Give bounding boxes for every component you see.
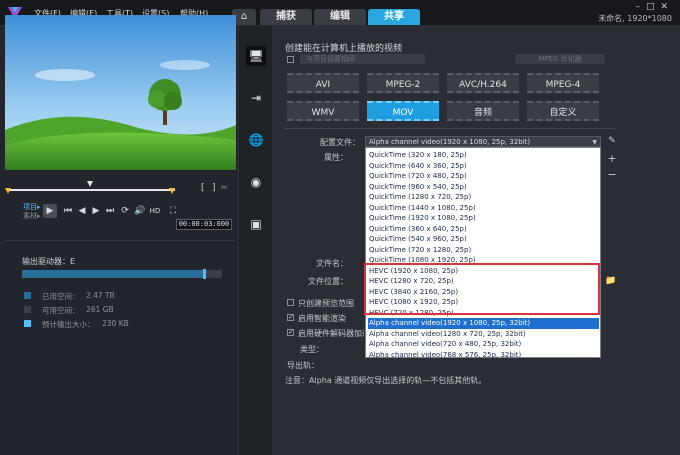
divider: [285, 128, 615, 129]
format-custom[interactable]: 自定义: [527, 101, 599, 121]
tab-edit[interactable]: 编辑: [314, 9, 366, 25]
used-space-label: 已用空间：: [42, 292, 80, 301]
window-controls[interactable]: –□✕: [635, 2, 674, 12]
crop-icon[interactable]: ⛶: [166, 204, 180, 218]
format-wmv[interactable]: WMV: [287, 101, 359, 121]
match-setting-checkbox[interactable]: [287, 56, 294, 63]
format-mpeg2[interactable]: MPEG-2: [367, 73, 439, 93]
profile-dropdown-list[interactable]: QuickTime (320 x 180, 25p) QuickTime (64…: [365, 147, 601, 361]
profile-select-value: Alpha channel video(1920 x 1080, 25p, 32…: [369, 138, 531, 146]
project-info: 未命名, 1920*1080: [598, 14, 672, 23]
folder-icon[interactable]: 📁: [605, 276, 616, 286]
export-track-label: 导出轨：: [287, 361, 319, 370]
list-item[interactable]: QuickTime (720 x 1280, 25p): [368, 245, 599, 256]
type-label: 类型：: [300, 345, 324, 354]
share-heading: 创建能在计算机上播放的视频: [285, 44, 403, 54]
end-button[interactable]: ⏭: [103, 204, 117, 218]
disc-icon[interactable]: ◉: [246, 172, 266, 192]
clip-mode-label[interactable]: 素材▸: [23, 211, 41, 221]
preview-range-checkbox[interactable]: [287, 299, 294, 306]
divider: [5, 240, 234, 241]
alpha-note: 注意：Alpha 通道视频仅导出选择的轨—不包括其他轨。: [285, 376, 487, 385]
add-icon[interactable]: +: [604, 152, 620, 168]
profile-label: 配置文件：: [320, 138, 360, 147]
volume-icon[interactable]: 🔊: [133, 204, 147, 218]
used-space-value: 2.47 TB: [86, 291, 115, 300]
format-mov[interactable]: MOV: [367, 101, 439, 121]
3d-icon[interactable]: ▣: [246, 214, 266, 234]
remove-icon[interactable]: −: [604, 168, 620, 184]
hd-button[interactable]: HD: [148, 204, 162, 218]
properties-label: 属性：: [324, 153, 348, 162]
estimated-size-value: 230 KB: [102, 319, 129, 328]
maximize-icon[interactable]: □: [646, 2, 661, 12]
used-space-swatch: [24, 292, 31, 299]
scrubber-bar[interactable]: [ ] ✂: [5, 178, 236, 198]
profile-tools: ✎ + −: [604, 136, 620, 196]
filename-label: 文件名：: [316, 259, 348, 268]
preview-window: [5, 15, 236, 170]
estimated-size-swatch: [24, 320, 31, 327]
list-item[interactable]: QuickTime (320 x 180, 25p): [368, 150, 599, 161]
home-icon: ⌂: [240, 11, 248, 22]
list-item[interactable]: Alpha channel video(768 x 576, 25p, 32bi…: [368, 350, 599, 361]
preview-range-label: 只创建预览范围: [298, 299, 354, 308]
estimated-size-label: 预计输出大小：: [42, 320, 95, 329]
free-space-swatch: [24, 306, 31, 313]
free-space-value: 261 GB: [86, 305, 114, 314]
list-item[interactable]: QuickTime (640 x 360, 25p): [368, 161, 599, 172]
list-item[interactable]: QuickTime (540 x 960, 25p): [368, 234, 599, 245]
repeat-icon[interactable]: ⟳: [118, 204, 132, 218]
format-mpeg4[interactable]: MPEG-4: [527, 73, 599, 93]
play-button[interactable]: ▶: [43, 204, 57, 218]
list-item[interactable]: QuickTime (1440 x 1080, 25p): [368, 203, 599, 214]
list-item[interactable]: QuickTime (360 x 640, 25p): [368, 224, 599, 235]
output-drive-label: 输出驱动器：E: [22, 257, 76, 266]
device-icon[interactable]: ⇥: [246, 88, 266, 108]
web-icon[interactable]: 🌐: [246, 130, 266, 150]
drive-estimate-marker: [203, 269, 206, 279]
format-audio[interactable]: 音频: [447, 101, 519, 121]
next-frame-button[interactable]: ▶: [89, 204, 103, 218]
prev-frame-button[interactable]: ◀: [75, 204, 89, 218]
edit-icon[interactable]: ✎: [604, 136, 620, 152]
free-space-label: 可用空间：: [42, 306, 80, 315]
close-icon[interactable]: ✕: [660, 2, 674, 12]
svg-text:[: [: [201, 183, 205, 193]
smart-render-label: 启用智能渲染: [298, 314, 346, 323]
hardware-decoder-checkbox[interactable]: ✓: [287, 329, 294, 336]
mpeg-optimizer-button: MPEG 优化器: [515, 54, 605, 64]
list-item[interactable]: QuickTime (960 x 540, 25p): [368, 182, 599, 193]
match-setting-field: 与项目设置相同: [300, 54, 425, 64]
format-avc[interactable]: AVC/H.264: [447, 73, 519, 93]
file-location-label: 文件位置：: [308, 277, 348, 286]
svg-text:✂: ✂: [221, 183, 228, 192]
player-controls: 项目▸ 素材▸ ▶ ⏮ ◀ ▶ ⏭ ⟳ 🔊 HD ⛶ 00:00:03:000: [5, 202, 236, 232]
list-item[interactable]: QuickTime (1920 x 1080, 25p): [368, 213, 599, 224]
list-item-selected[interactable]: Alpha channel video(1920 x 1080, 25p, 32…: [368, 318, 599, 329]
profile-select[interactable]: Alpha channel video(1920 x 1080, 25p, 32…: [365, 136, 601, 147]
tab-capture[interactable]: 捕获: [260, 9, 312, 25]
smart-render-checkbox[interactable]: ✓: [287, 314, 294, 321]
svg-text:]: ]: [212, 183, 216, 193]
timecode-display[interactable]: 00:00:03:000: [176, 219, 232, 230]
list-item[interactable]: Alpha channel video(1280 x 720, 25p, 32b…: [368, 329, 599, 340]
format-avi[interactable]: AVI: [287, 73, 359, 93]
start-button[interactable]: ⏮: [61, 204, 75, 218]
tab-share[interactable]: 共享: [368, 9, 420, 25]
drive-usage-fill: [22, 270, 206, 278]
share-category-bar: 🖥 ⇥ 🌐 ◉ ▣: [240, 26, 272, 455]
list-item[interactable]: Alpha channel video(720 x 480, 25p, 32bi…: [368, 339, 599, 350]
computer-icon[interactable]: 🖥: [246, 46, 266, 66]
list-item[interactable]: QuickTime (1280 x 720, 25p): [368, 192, 599, 203]
list-item[interactable]: QuickTime (720 x 480, 25p): [368, 171, 599, 182]
hardware-decoder-label: 启用硬件解码器加速: [298, 329, 364, 338]
hevc-highlight-box: [364, 263, 600, 315]
minimize-icon[interactable]: –: [635, 2, 646, 12]
